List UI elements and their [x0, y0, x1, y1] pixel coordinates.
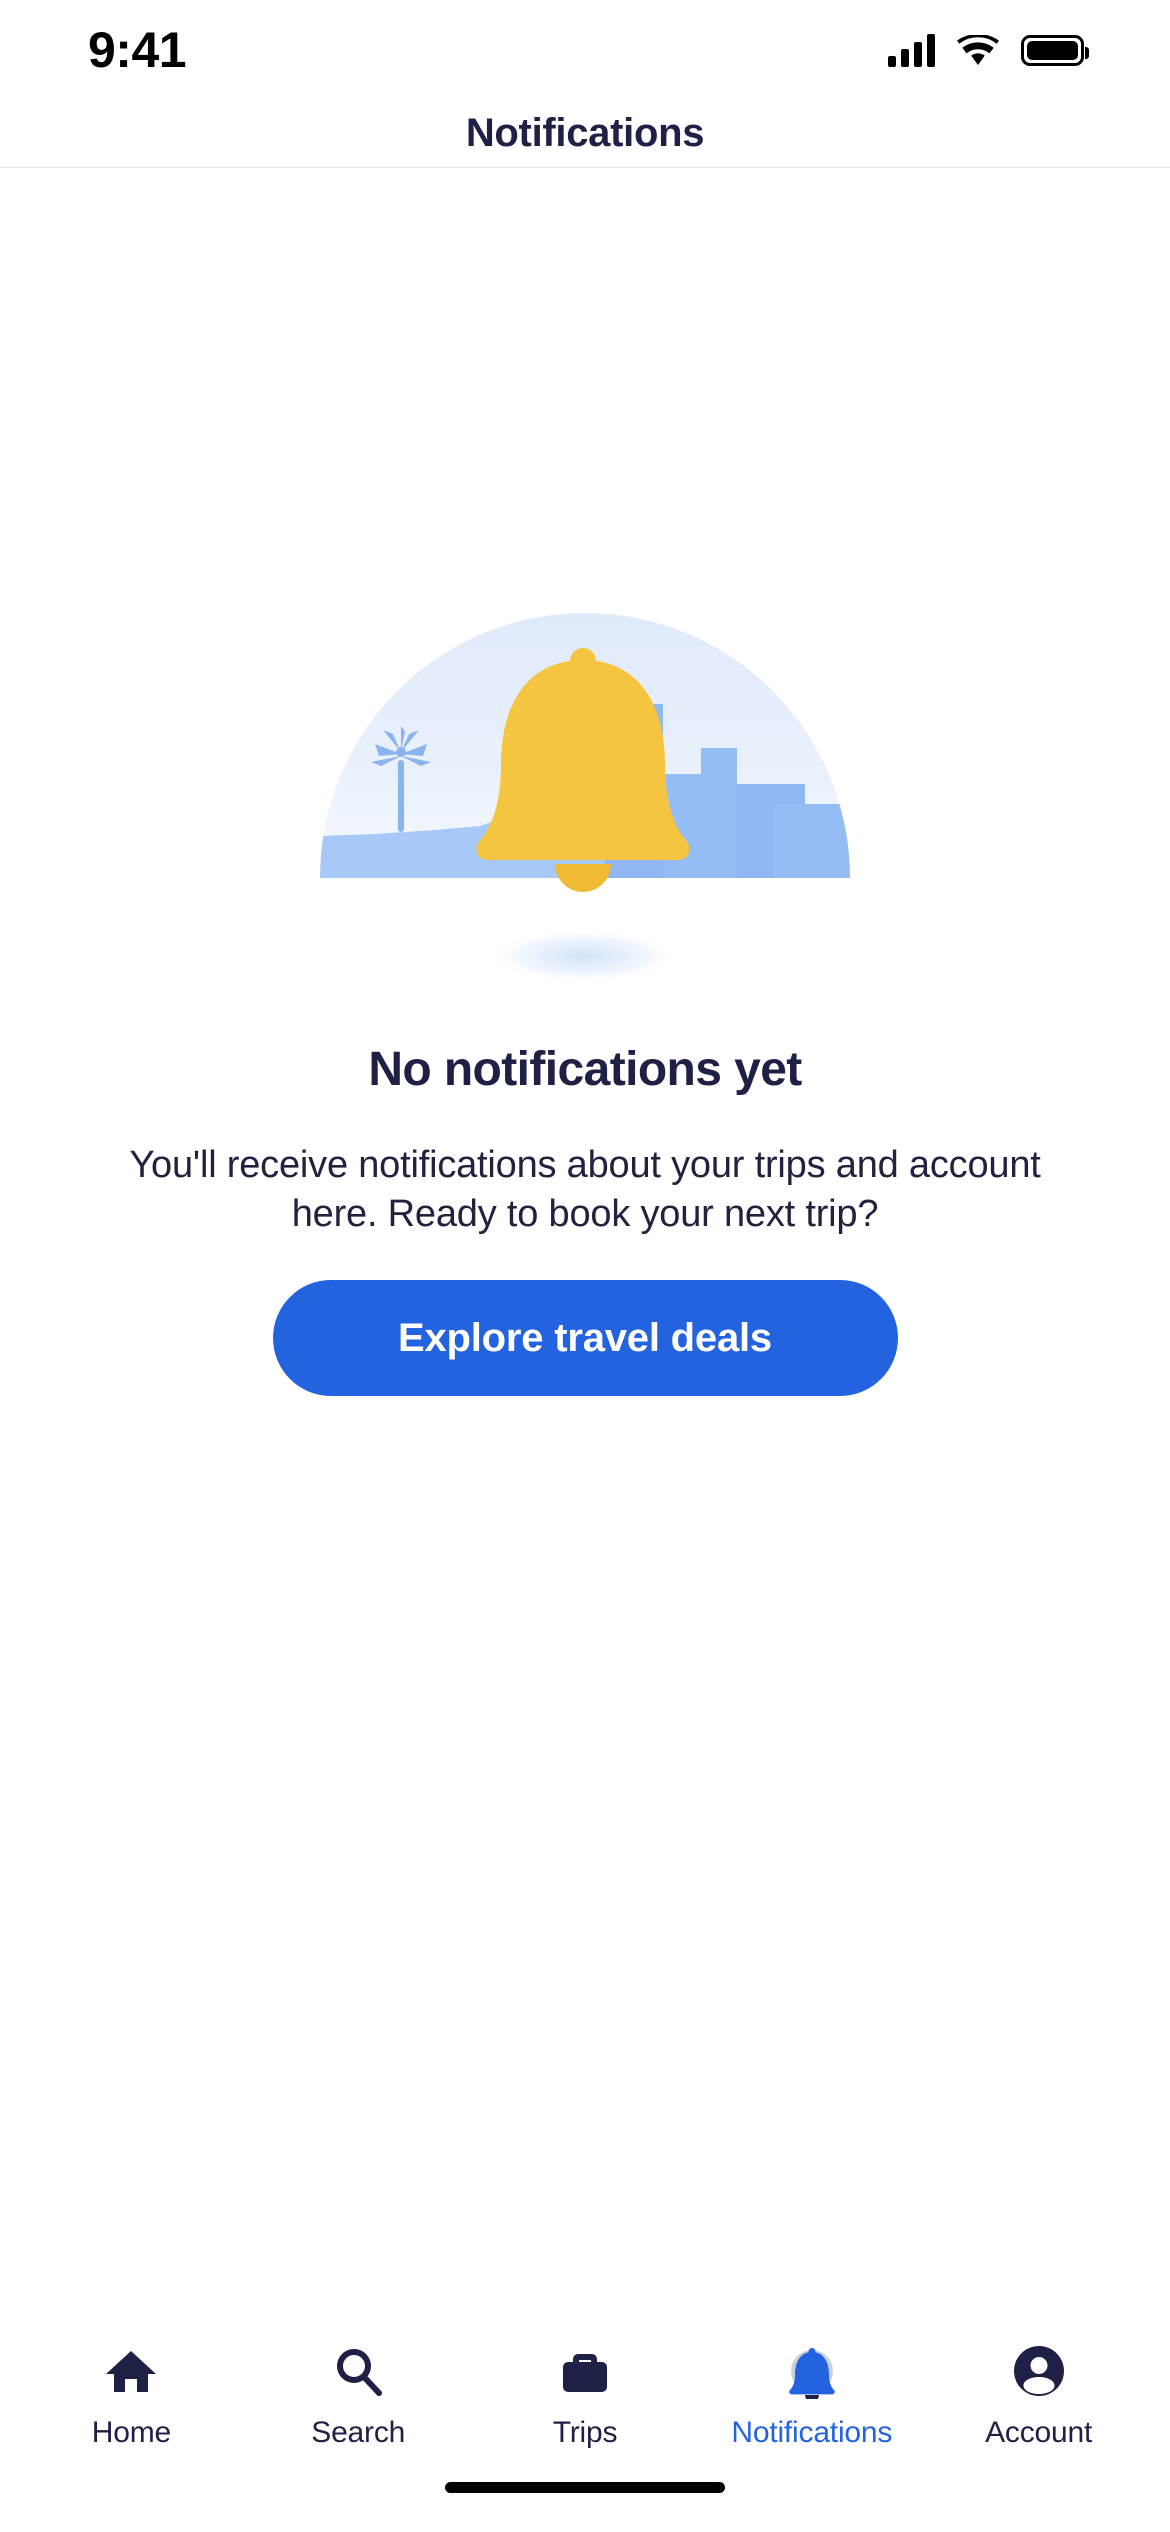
bell-icon — [781, 2340, 843, 2402]
tab-account-label: Account — [985, 2416, 1093, 2449]
status-bar-icons — [888, 33, 1089, 67]
tab-search-label: Search — [311, 2416, 406, 2449]
tab-home[interactable]: Home — [18, 2340, 245, 2448]
empty-state-title: No notifications yet — [368, 1043, 802, 1096]
person-circle-icon — [1008, 2340, 1070, 2402]
wifi-icon — [957, 34, 999, 65]
tab-search[interactable]: Search — [245, 2340, 472, 2448]
explore-travel-deals-button[interactable]: Explore travel deals — [272, 1280, 898, 1397]
home-icon — [100, 2340, 162, 2402]
tab-notifications[interactable]: Notifications — [698, 2340, 925, 2448]
tab-trips-label: Trips — [552, 2416, 618, 2449]
empty-state-description: You'll receive notifications about your … — [129, 1144, 1041, 1235]
signal-bars-icon — [888, 33, 935, 67]
tab-trips[interactable]: Trips — [472, 2340, 699, 2448]
home-indicator-area — [0, 2476, 1170, 2532]
page-header: Notifications — [0, 100, 1170, 168]
battery-full-icon — [1021, 34, 1089, 66]
briefcase-icon — [554, 2340, 616, 2402]
phone-screen: 9:41 Notifications No notifications yet … — [0, 0, 1170, 2532]
tab-account[interactable]: Account — [925, 2340, 1152, 2448]
bottom-tab-bar: Home Search Trips Notifications Account — [0, 2318, 1170, 2476]
bell-city-skyline-illustration — [305, 578, 865, 998]
notifications-empty-state: No notifications yet You'll receive noti… — [0, 168, 1170, 2318]
tab-home-label: Home — [91, 2416, 172, 2449]
status-bar: 9:41 — [0, 0, 1170, 100]
illustration-svg — [320, 613, 850, 982]
search-icon — [327, 2340, 389, 2402]
page-title: Notifications — [465, 111, 705, 155]
tab-notifications-label: Notifications — [731, 2416, 893, 2449]
home-indicator[interactable] — [445, 2482, 725, 2493]
status-bar-time: 9:41 — [88, 22, 187, 78]
